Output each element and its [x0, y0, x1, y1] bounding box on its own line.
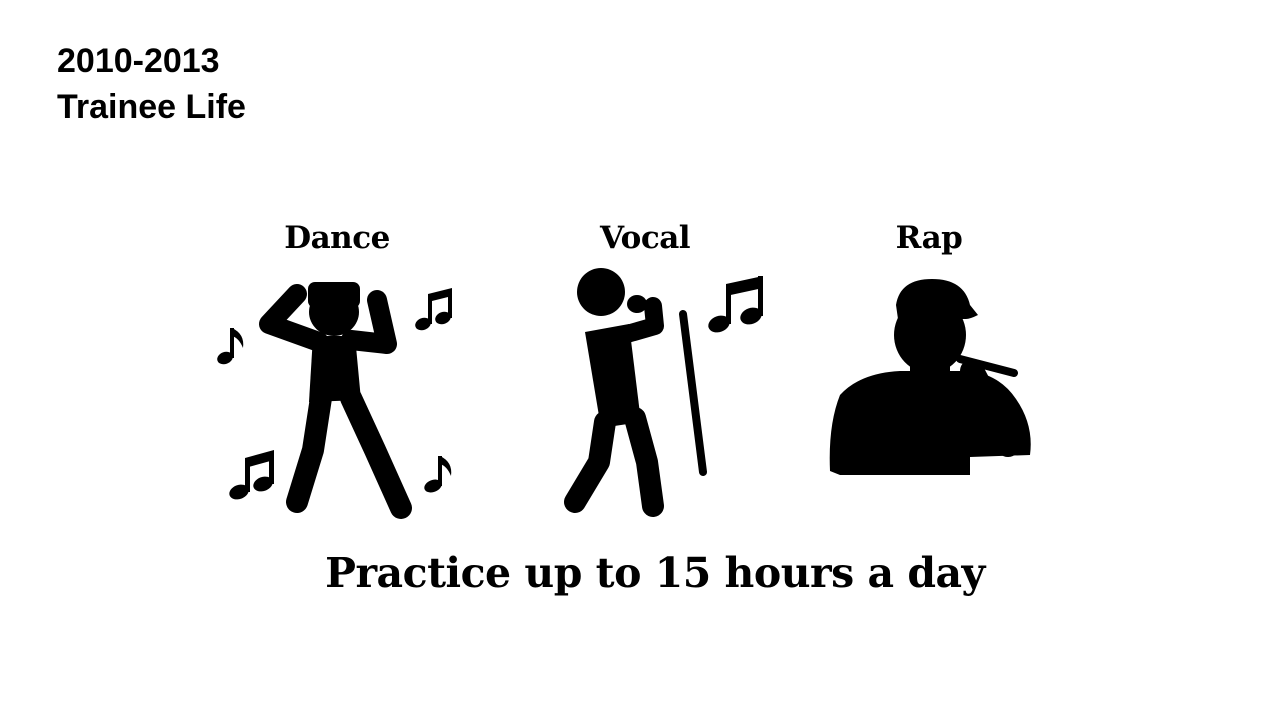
category-label-vocal: Vocal	[599, 220, 691, 256]
header-years: 2010-2013	[57, 42, 220, 80]
rapper-icon	[829, 279, 1031, 475]
header-title: Trainee Life	[57, 88, 246, 126]
category-label-rap: Rap	[895, 220, 963, 256]
category-label-dance: Dance	[284, 220, 390, 256]
music-note	[708, 276, 763, 333]
slide-header: 2010-2013 Trainee Life	[57, 38, 246, 130]
singer-icon	[564, 268, 763, 517]
tagline: Practice up to 15 hours a day	[325, 549, 985, 597]
dancer-icon	[217, 282, 452, 519]
slide: 2010-2013 Trainee Life Dance Vocal Rap P…	[0, 0, 1280, 720]
